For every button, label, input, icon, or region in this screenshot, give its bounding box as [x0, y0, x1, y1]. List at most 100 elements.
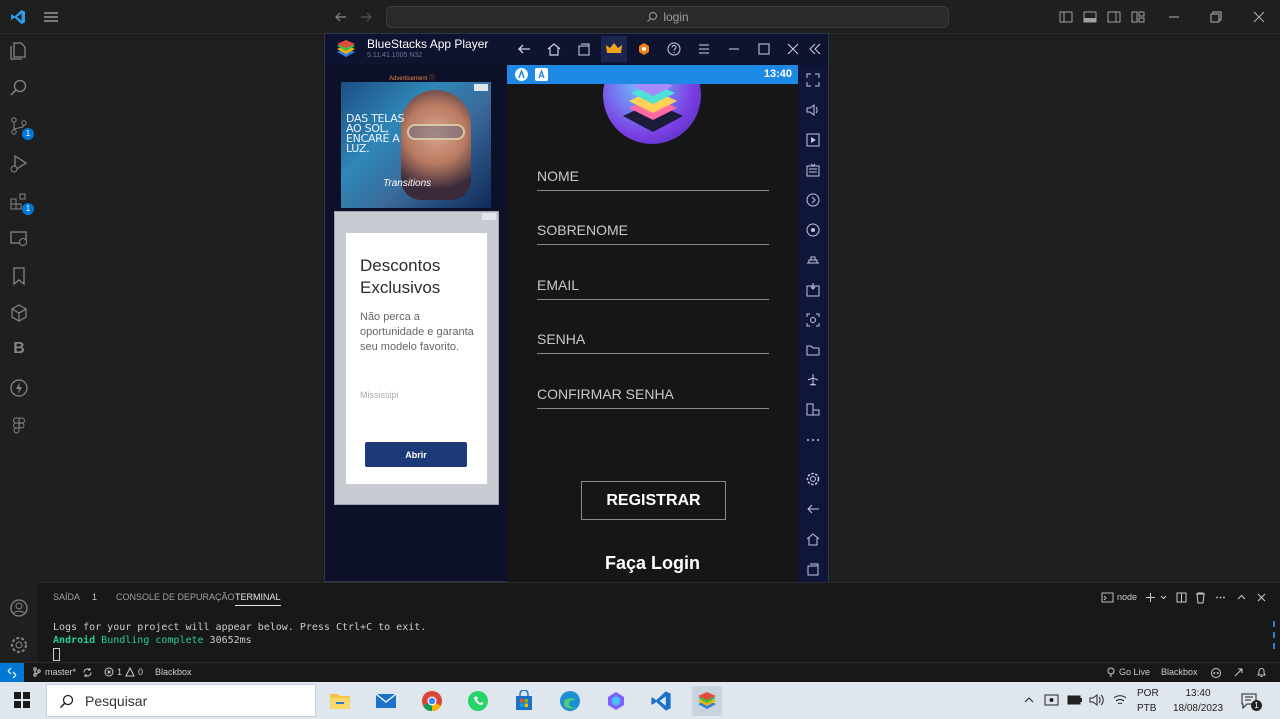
remote-explorer-icon[interactable] [8, 228, 30, 250]
customize-layout-icon[interactable] [1130, 9, 1146, 25]
chevron-down-icon[interactable] [1157, 591, 1170, 604]
mail-icon[interactable] [371, 686, 401, 716]
android-back-icon[interactable] [805, 501, 821, 517]
android-home-icon[interactable] [805, 531, 821, 547]
explorer-icon[interactable] [8, 40, 30, 62]
copilot-app-icon[interactable] [601, 686, 631, 716]
macro-recorder-icon[interactable] [805, 192, 821, 208]
tab-terminal[interactable]: TERMINAL [235, 592, 281, 606]
figma-icon[interactable] [8, 415, 30, 437]
branch-status[interactable]: master* [32, 667, 76, 677]
vscode-taskbar-icon[interactable] [646, 686, 676, 716]
senha-input[interactable]: SENHA [537, 326, 769, 354]
keyboard-controls-icon[interactable] [805, 162, 821, 178]
edge-icon[interactable] [555, 686, 585, 716]
minimize-icon[interactable] [1166, 9, 1182, 25]
toggle-secondary-sidebar-icon[interactable] [1106, 9, 1122, 25]
tray-chevron-up-icon[interactable] [1023, 694, 1035, 706]
restore-icon[interactable] [1208, 9, 1224, 25]
rotate-icon[interactable] [805, 402, 821, 418]
ad-banner-transitions[interactable]: DAS TELAS AO SOL, ENCARE A LUZ. Transiti… [341, 82, 491, 208]
sobrenome-input[interactable]: SOBRENOME [537, 217, 769, 245]
notification-center-icon[interactable]: 1 [1240, 691, 1262, 711]
forward-arrow-icon[interactable] [358, 9, 374, 25]
confirmar-senha-input[interactable]: CONFIRMAR SENHA [537, 381, 769, 409]
search-icon[interactable] [8, 77, 30, 99]
register-button[interactable]: REGISTRAR [581, 481, 726, 520]
trash-icon[interactable] [1194, 591, 1207, 604]
maximize-icon[interactable] [756, 41, 772, 57]
source-control-icon[interactable]: 1 [8, 115, 34, 140]
email-input[interactable]: EMAIL [537, 272, 769, 300]
recent-apps-icon[interactable] [576, 41, 592, 57]
blackbox-status-right[interactable]: Blackbox [1161, 667, 1198, 677]
more-options-icon[interactable] [805, 432, 821, 448]
extensions-icon[interactable]: 1 [8, 190, 34, 215]
collapse-sidebar-icon[interactable] [807, 41, 823, 57]
maximize-panel-icon[interactable] [1235, 591, 1248, 604]
command-center-search[interactable]: login [386, 6, 949, 28]
sync-changes-icon[interactable] [82, 667, 93, 678]
blackbox-icon[interactable]: B [8, 340, 30, 362]
whatsapp-icon[interactable] [463, 686, 493, 716]
settings-gear-icon[interactable] [8, 634, 30, 656]
tab-debug-console[interactable]: CONSOLE DE DEPURAÇÃO [116, 592, 235, 602]
toggle-primary-sidebar-icon[interactable] [1058, 9, 1074, 25]
help-icon[interactable] [666, 41, 682, 57]
ad-choices-icon[interactable] [482, 213, 496, 220]
bluestacks-taskbar-icon[interactable] [692, 686, 722, 716]
toggle-panel-icon[interactable] [1082, 9, 1098, 25]
notifications-bell-icon[interactable] [1256, 667, 1267, 678]
blackbox-status-left[interactable]: Blackbox [155, 667, 192, 677]
account-icon[interactable] [8, 597, 30, 619]
close-panel-icon[interactable] [1255, 591, 1268, 604]
copilot-icon[interactable] [1210, 667, 1222, 679]
media-manager-icon[interactable] [805, 132, 821, 148]
volume-icon[interactable] [805, 102, 821, 118]
package-icon[interactable] [8, 302, 30, 324]
run-debug-icon[interactable] [8, 152, 30, 174]
login-link[interactable]: Faça Login [507, 553, 798, 574]
install-apk-icon[interactable] [805, 282, 821, 298]
tray-security-icon[interactable] [1044, 693, 1059, 707]
home-icon[interactable] [546, 41, 562, 57]
go-live-button[interactable]: Go Live [1106, 667, 1150, 677]
fullscreen-icon[interactable] [805, 72, 821, 88]
tray-volume-icon[interactable] [1089, 693, 1105, 707]
ad-choices-icon[interactable] [474, 84, 488, 91]
folder-icon[interactable] [805, 342, 821, 358]
microsoft-store-icon[interactable] [509, 686, 539, 716]
split-terminal-icon[interactable] [1175, 591, 1188, 604]
terminal-shell-name[interactable]: node [1117, 592, 1137, 602]
tray-wifi-icon[interactable] [1112, 693, 1128, 707]
chrome-icon[interactable] [417, 686, 447, 716]
tray-clock[interactable]: 13:40 18/08/2023 [1170, 686, 1226, 716]
airplane-mode-icon[interactable] [805, 372, 821, 388]
sync-icon[interactable] [805, 222, 821, 238]
hamburger-menu-icon[interactable] [42, 9, 60, 25]
tray-language[interactable]: POR PTB [1137, 686, 1159, 716]
close-icon[interactable] [1251, 9, 1267, 25]
eco-mode-icon[interactable] [805, 252, 821, 268]
more-actions-icon[interactable] [1214, 591, 1227, 604]
tray-battery-icon[interactable] [1067, 693, 1083, 707]
file-explorer-icon[interactable] [325, 686, 355, 716]
taskbar-search-box[interactable]: Pesquisar [46, 684, 316, 717]
back-icon[interactable] [516, 41, 532, 57]
ad-banner-descontos[interactable]: Descontos Exclusivos Não perca a oportun… [334, 211, 499, 505]
close-icon[interactable] [785, 41, 801, 57]
feedback-icon[interactable] [1233, 667, 1244, 678]
settings-gear-icon[interactable] [805, 471, 821, 487]
lightning-icon[interactable] [8, 377, 30, 399]
screenshot-icon[interactable] [805, 312, 821, 328]
tab-output[interactable]: SAÍDA 1 [53, 592, 97, 602]
game-hexagon-icon[interactable] [636, 41, 652, 57]
back-arrow-icon[interactable] [333, 9, 349, 25]
menu-icon[interactable] [696, 41, 712, 57]
nome-input[interactable]: NOME [537, 163, 769, 191]
problems-status[interactable]: 1 0 [104, 667, 143, 677]
bookmark-icon[interactable] [8, 265, 30, 287]
windows-start-icon[interactable] [14, 692, 30, 708]
minimize-icon[interactable] [726, 41, 742, 57]
premium-crown-button[interactable] [601, 36, 627, 62]
